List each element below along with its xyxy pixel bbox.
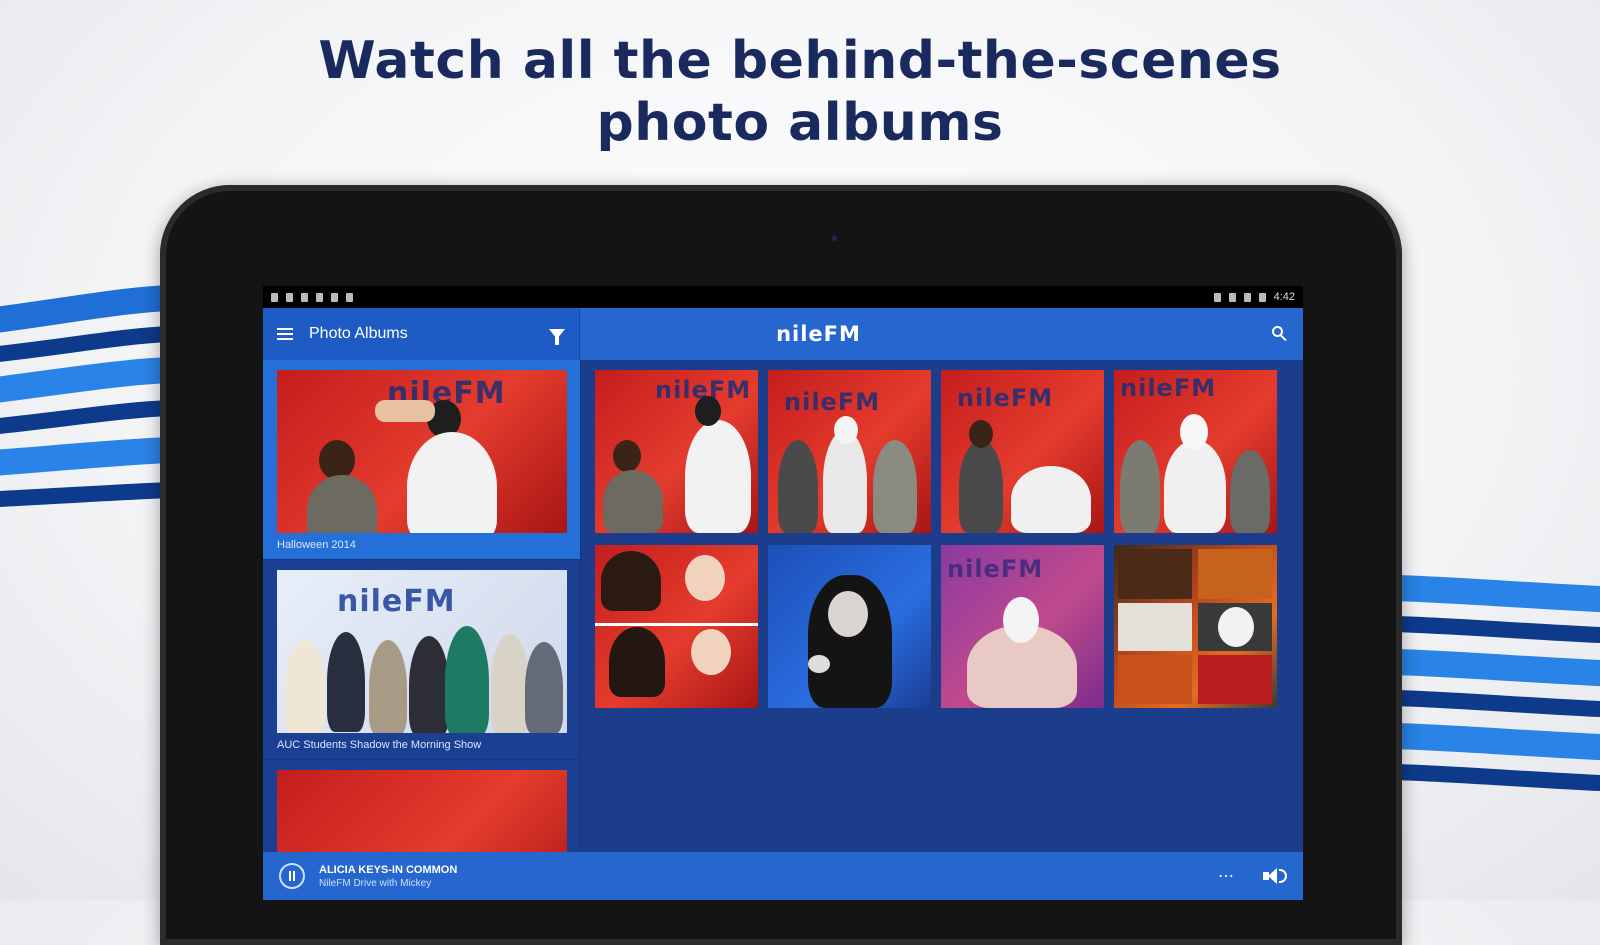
app-screen: 4:42 Photo Albums nileFM nileFM Hallowee…: [263, 286, 1303, 900]
headline-line-2: photo albums: [596, 93, 1004, 153]
status-bar: 4:42: [263, 286, 1303, 308]
app-bar-left: Photo Albums: [263, 308, 580, 360]
app-bar: Photo Albums nileFM: [263, 308, 1303, 360]
status-icons-left: [271, 292, 353, 302]
album-thumbnail: nileFM: [277, 370, 567, 533]
album-caption: AUC Students Shadow the Morning Show: [277, 739, 482, 751]
photo-tile[interactable]: nileFM: [768, 370, 931, 533]
thumbnail-logo: nileFM: [957, 384, 1054, 412]
main-content: nileFM Halloween 2014 nileFM AUC Student…: [263, 360, 1303, 852]
photo-tile[interactable]: [1114, 545, 1277, 708]
photo-tile[interactable]: nileFM: [1114, 370, 1277, 533]
download-icon: [286, 292, 293, 302]
headline-line-1: Watch all the behind-the-scenes: [318, 31, 1282, 91]
photo-tile[interactable]: nileFM: [941, 370, 1104, 533]
signal-icon: [1243, 292, 1251, 302]
pause-icon[interactable]: [279, 863, 305, 889]
headline: Watch all the behind-the-scenes photo al…: [0, 30, 1600, 154]
album-item-halloween[interactable]: nileFM Halloween 2014: [263, 360, 580, 560]
album-thumbnail: nileFM: [277, 570, 567, 733]
now-playing-subtitle: NileFM Drive with Mickey: [319, 877, 432, 889]
page-title: Photo Albums: [309, 325, 408, 342]
lock-icon: [271, 292, 278, 302]
wifi-icon: [1228, 292, 1236, 302]
album-item-partial[interactable]: [263, 760, 580, 852]
app-icon: [346, 292, 353, 302]
filter-icon[interactable]: [549, 329, 565, 345]
album-item-auc-students[interactable]: nileFM AUC Students Shadow the Morning S…: [263, 560, 580, 760]
album-thumbnail: [277, 770, 567, 852]
volume-icon[interactable]: [1263, 867, 1287, 885]
more-icon[interactable]: ⋯: [1218, 866, 1235, 886]
status-icons-right: 4:42: [1213, 291, 1295, 303]
status-time: 4:42: [1273, 291, 1295, 303]
thumbnail-logo: nileFM: [947, 555, 1044, 583]
album-caption: Halloween 2014: [277, 539, 356, 551]
now-playing-title: ALICIA KEYS-IN COMMON: [319, 863, 458, 876]
album-list: nileFM Halloween 2014 nileFM AUC Student…: [263, 360, 581, 852]
photo-grid: nileFM nileFM nileFM nileFM nileFM: [581, 360, 1303, 852]
search-icon[interactable]: [1272, 326, 1283, 337]
thumbnail-logo: nileFM: [784, 388, 881, 416]
notification-icon: [316, 292, 323, 302]
camera-dot: [832, 236, 837, 241]
photo-tile[interactable]: nileFM: [595, 370, 758, 533]
menu-icon[interactable]: [277, 328, 293, 340]
image-icon: [331, 292, 338, 302]
battery-icon: [1258, 292, 1266, 302]
photo-tile[interactable]: [595, 545, 758, 708]
now-playing-info: ALICIA KEYS-IN COMMON NileFM Drive with …: [319, 864, 1218, 889]
vibrate-icon: [1213, 292, 1221, 302]
thumbnail-logo: nileFM: [337, 584, 456, 619]
brand-logo: nileFM: [776, 322, 861, 346]
mail-icon: [301, 292, 308, 302]
now-playing-bar[interactable]: ALICIA KEYS-IN COMMON NileFM Drive with …: [263, 852, 1303, 900]
photo-tile[interactable]: [768, 545, 931, 708]
thumbnail-logo: nileFM: [1120, 374, 1217, 402]
photo-tile[interactable]: nileFM: [941, 545, 1104, 708]
